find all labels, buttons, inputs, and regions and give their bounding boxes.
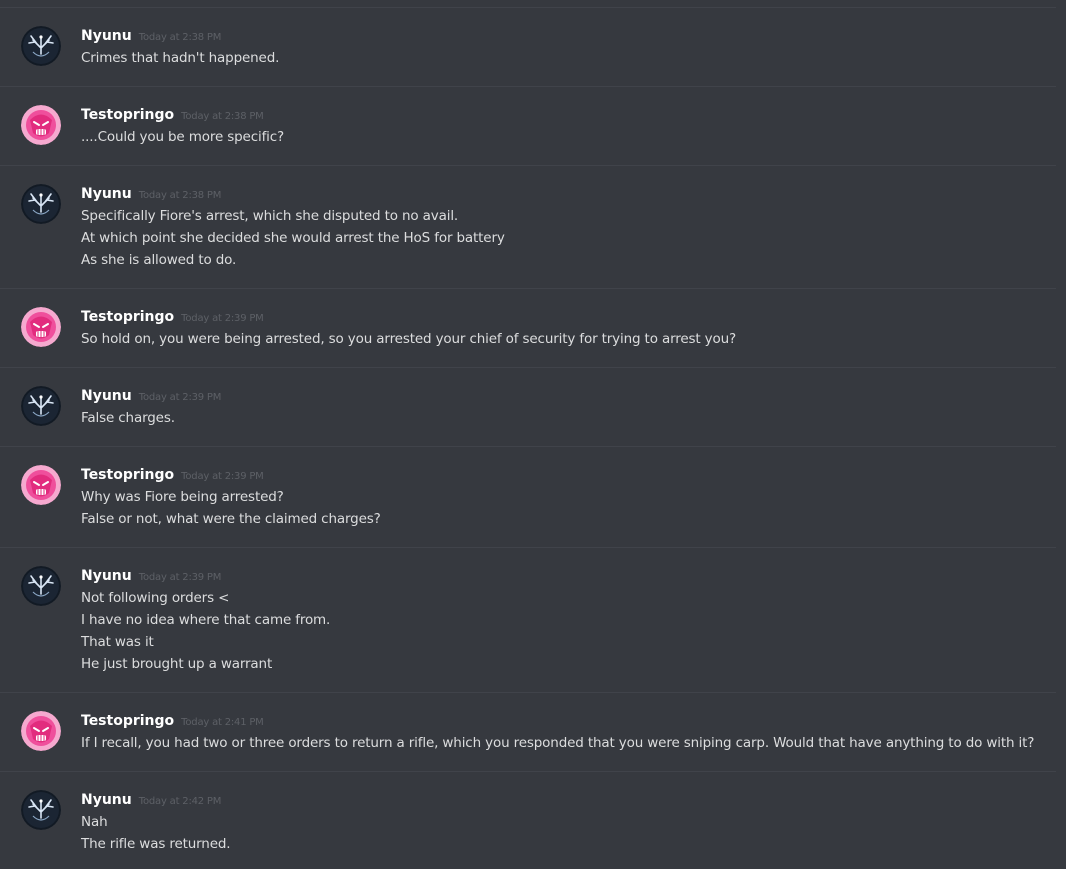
message-header: Nyunu Today at 2:39 PM [81,387,221,407]
message-text: If I recall, you had two or three orders… [81,735,1035,751]
message-text: Not following orders < [81,590,230,606]
nyunu-avatar[interactable] [21,790,61,830]
message-group: Testopringo Today at 2:39 PM Why was Fiore… [0,446,1056,548]
message-timestamp: Today at 2:41 PM [181,717,264,728]
message-author[interactable]: Nyunu [81,388,132,404]
nyunu-avatar[interactable] [21,566,61,606]
message-group: Testopringo Today at 2:41 PM If I recall, … [0,692,1056,772]
message-text: At which point she decided she would arr… [81,230,505,246]
message-header: Nyunu Today at 2:38 PM [81,185,221,205]
message-text: So hold on, you were being arrested, so … [81,331,737,347]
message-author[interactable]: Nyunu [81,568,132,584]
message-text: As she is allowed to do. [81,252,237,268]
message-author[interactable]: Testopringo [81,107,174,123]
message-author[interactable]: Testopringo [81,309,174,325]
testopringo-avatar[interactable] [21,465,61,505]
nyunu-avatar[interactable] [21,386,61,426]
message-group: Nyunu Today at 2:38 PM Crimes that hadn't … [0,7,1056,87]
message-header: Nyunu Today at 2:38 PM [81,27,221,47]
testopringo-avatar[interactable] [21,105,61,145]
message-text: That was it [81,634,154,650]
message-timestamp: Today at 2:38 PM [181,111,264,122]
message-group: Nyunu Today at 2:42 PM Nah The rifle was re… [0,771,1056,869]
message-group: Testopringo Today at 2:39 PM So hold on, y… [0,288,1056,368]
message-text: Why was Fiore being arrested? [81,489,284,505]
message-timestamp: Today at 2:38 PM [138,32,222,43]
message-author[interactable]: Nyunu [81,186,132,202]
message-header: Nyunu Today at 2:42 PM [81,791,221,811]
message-timestamp: Today at 2:42 PM [138,796,222,807]
message-text: He just brought up a warrant [81,656,273,672]
message-group: Nyunu Today at 2:39 PM Not following order… [0,547,1056,693]
message-timestamp: Today at 2:39 PM [181,471,264,482]
message-author[interactable]: Nyunu [81,792,132,808]
nyunu-avatar[interactable] [21,26,61,66]
message-text: Specifically Fiore's arrest, which she d… [81,208,459,224]
message-header: Testopringo Today at 2:39 PM [81,466,264,486]
message-header: Testopringo Today at 2:39 PM [81,308,264,328]
chat-message-list[interactable]: Nyunu Today at 2:38 PM Crimes that hadn't … [0,0,1066,869]
message-author[interactable]: Testopringo [81,713,174,729]
message-header: Nyunu Today at 2:39 PM [81,567,221,587]
message-text: False charges. [81,410,175,426]
message-group: Nyunu Today at 2:38 PM Specifically Fiore'… [0,165,1056,289]
message-author[interactable]: Nyunu [81,28,132,44]
testopringo-avatar[interactable] [21,307,61,347]
message-text: ....Could you be more specific? [81,129,285,145]
message-header: Testopringo Today at 2:38 PM [81,106,264,126]
message-group: Nyunu Today at 2:39 PM False charges. [0,367,1056,447]
message-timestamp: Today at 2:38 PM [138,190,222,201]
message-timestamp: Today at 2:39 PM [138,572,222,583]
message-group: Testopringo Today at 2:38 PM ....Could you… [0,86,1056,166]
message-text: False or not, what were the claimed char… [81,511,381,527]
testopringo-avatar[interactable] [21,711,61,751]
message-header: Testopringo Today at 2:41 PM [81,712,264,732]
message-timestamp: Today at 2:39 PM [138,392,222,403]
message-timestamp: Today at 2:39 PM [181,313,264,324]
message-text: Crimes that hadn't happened. [81,50,280,66]
message-author[interactable]: Testopringo [81,467,174,483]
message-text: The rifle was returned. [81,836,231,852]
message-text: Nah [81,814,108,830]
message-text: I have no idea where that came from. [81,612,331,628]
nyunu-avatar[interactable] [21,184,61,224]
